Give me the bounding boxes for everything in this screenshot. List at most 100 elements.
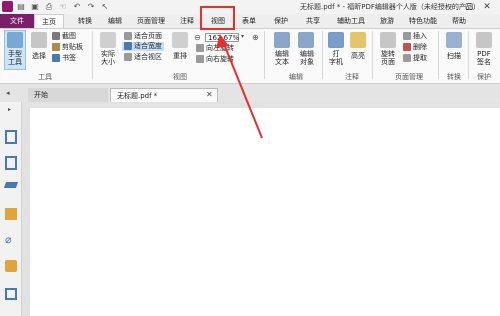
edit-object-icon[interactable]	[298, 32, 314, 48]
menu-travel[interactable]: 旅游	[374, 14, 400, 28]
rotate-left-icon	[196, 44, 204, 52]
menu-file[interactable]: 文件	[0, 14, 34, 28]
hand-icon-large	[7, 32, 23, 48]
edit-object-label[interactable]: 编辑 对象	[294, 50, 320, 66]
separator	[264, 31, 265, 79]
bookmark-button[interactable]: 书签	[52, 54, 76, 63]
menu-accessibility[interactable]: 辅助工具	[332, 14, 370, 28]
select-label[interactable]: 选择	[28, 52, 50, 60]
clipboard-icon	[52, 43, 60, 51]
app-logo-icon	[2, 1, 13, 12]
fit-visible-button[interactable]: 适合视区	[124, 53, 162, 62]
delete-button[interactable]: 删除	[403, 43, 427, 52]
group-tools: 工具	[38, 73, 52, 81]
menu-edit[interactable]: 编辑	[102, 14, 128, 28]
zoom-dropdown-icon[interactable]: ▾	[241, 33, 244, 40]
menu-share[interactable]: 共享	[300, 14, 326, 28]
separator	[322, 31, 323, 79]
tab-start[interactable]: 开始	[28, 88, 108, 102]
pdf-sign-label[interactable]: PDF 签名	[472, 50, 496, 66]
insert-button[interactable]: 插入	[403, 32, 427, 41]
tab-start-label: 开始	[34, 91, 48, 99]
typewriter-icon[interactable]	[328, 32, 344, 48]
menu-convert[interactable]: 转换	[72, 14, 98, 28]
fit-width-button[interactable]: 适合宽度	[122, 42, 164, 51]
maximize-button[interactable]: ▢	[462, 1, 476, 13]
tab-close-icon[interactable]: ✕	[206, 88, 213, 102]
minimize-button[interactable]: –	[444, 1, 458, 13]
reflow-label[interactable]: 重排	[168, 52, 192, 60]
separator	[372, 31, 373, 79]
insert-icon	[403, 32, 411, 40]
menu-comment[interactable]: 注释	[174, 14, 200, 28]
clipboard-button[interactable]: 剪贴板	[52, 43, 83, 52]
clipboard-label: 剪贴板	[62, 43, 83, 51]
group-protect: 保护	[477, 73, 491, 81]
rotate-right-label: 向右旋转	[206, 55, 234, 63]
delete-label: 删除	[413, 43, 427, 51]
lock-icon[interactable]	[5, 260, 17, 272]
tab-document[interactable]: 无标题.pdf *	[110, 88, 218, 102]
separator	[468, 31, 469, 79]
zoom-input[interactable]: 162.67%	[205, 33, 239, 42]
pages-icon[interactable]	[5, 156, 17, 170]
tab-document-label: 无标题.pdf *	[117, 92, 158, 100]
fit-width-label: 适合宽度	[134, 42, 162, 50]
actual-size-icon[interactable]	[100, 32, 116, 48]
undo-icon[interactable]: ↶	[72, 2, 82, 12]
edit-text-icon[interactable]	[274, 32, 290, 48]
menu-form[interactable]: 表单	[236, 14, 262, 28]
menu-features[interactable]: 特色功能	[404, 14, 442, 28]
reflow-icon[interactable]	[172, 32, 188, 48]
highlight-icon[interactable]	[350, 32, 366, 48]
open-icon[interactable]: ▤	[16, 2, 26, 12]
highlight-box	[200, 6, 235, 30]
actual-size-label[interactable]: 实际 大小	[96, 50, 120, 66]
extract-button[interactable]: 提取	[403, 54, 427, 63]
zoom-in-icon[interactable]: ⊕	[252, 33, 259, 42]
save-icon[interactable]: ▣	[30, 2, 40, 12]
insert-label: 插入	[413, 32, 427, 40]
extract-label: 提取	[413, 54, 427, 62]
pdf-sign-icon[interactable]	[476, 32, 492, 48]
attachment-icon[interactable]: ⌀	[5, 234, 17, 246]
group-edit: 编辑	[289, 73, 303, 81]
panel-toggle-icon[interactable]: ◂	[6, 89, 10, 97]
hand-icon[interactable]: ☜	[58, 2, 68, 12]
rotate-right-button[interactable]: 向右旋转	[196, 55, 234, 64]
select-icon[interactable]	[31, 32, 47, 48]
form-icon[interactable]	[5, 288, 17, 300]
group-convert: 转换	[447, 73, 461, 81]
menu-home[interactable]: 主页	[34, 14, 64, 28]
pdf-page[interactable]	[30, 108, 500, 316]
group-comment: 注释	[345, 73, 359, 81]
bookmark-icon[interactable]	[5, 130, 17, 144]
rotate-page-label[interactable]: 旋转 页面	[376, 50, 400, 66]
print-icon[interactable]: ⎙	[44, 2, 54, 12]
sidebar-expand-icon[interactable]: ▸	[8, 106, 11, 113]
edit-text-label[interactable]: 编辑 文本	[270, 50, 294, 66]
scan-label[interactable]: 扫描	[442, 52, 466, 60]
comments-icon[interactable]	[5, 208, 17, 220]
fit-page-button[interactable]: 适合页面	[124, 32, 162, 41]
menu-help[interactable]: 帮助	[446, 14, 472, 28]
fit-visible-label: 适合视区	[134, 53, 162, 61]
rotate-left-button[interactable]: 向左旋转	[196, 44, 234, 53]
rotate-page-icon[interactable]	[380, 32, 396, 48]
fit-page-icon	[124, 32, 132, 40]
close-button[interactable]: ✕	[480, 1, 494, 13]
screenshot-button[interactable]: 截图	[52, 32, 76, 41]
menu-protect[interactable]: 保护	[268, 14, 294, 28]
redo-icon[interactable]: ↷	[86, 2, 96, 12]
zoom-out-icon[interactable]: ⊖	[194, 33, 201, 42]
bookmark-icon	[52, 54, 60, 62]
group-view: 视图	[173, 73, 187, 81]
bookmark-label: 书签	[62, 54, 76, 62]
delete-icon	[403, 43, 411, 51]
typewriter-label[interactable]: 打 字机	[324, 50, 348, 66]
layers-icon[interactable]	[3, 182, 19, 188]
scan-icon[interactable]	[446, 32, 462, 48]
cursor-icon[interactable]: ↖	[100, 2, 110, 12]
menu-page-mgmt[interactable]: 页面管理	[132, 14, 170, 28]
highlight-label[interactable]: 高亮	[346, 52, 370, 60]
